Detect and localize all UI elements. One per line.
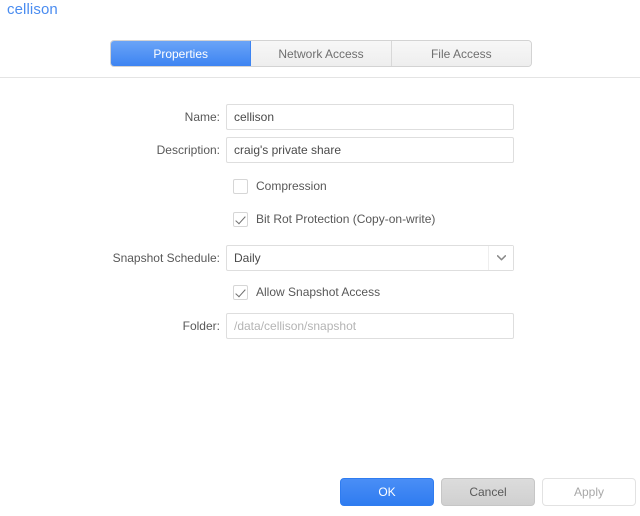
description-label: Description: [156, 143, 220, 157]
bit-rot-protection-row: Bit Rot Protection (Copy-on-write) [0, 208, 640, 230]
allow-snapshot-access-row: Allow Snapshot Access [0, 281, 640, 303]
tab-properties[interactable]: Properties [111, 41, 252, 66]
compression-row: Compression [0, 175, 640, 197]
allow-snapshot-access-checkbox[interactable] [233, 284, 248, 300]
snapshot-schedule-select[interactable] [226, 245, 514, 271]
description-row: Description: [0, 136, 640, 164]
name-label: Name: [184, 110, 220, 124]
name-row: Name: [0, 103, 640, 131]
folder-row: Folder: [0, 312, 640, 340]
apply-button[interactable]: Apply [542, 478, 636, 506]
tab-file-access-label: File Access [430, 46, 492, 61]
folder-label: Folder: [182, 319, 220, 333]
bit-rot-protection-checkbox[interactable] [233, 211, 248, 227]
description-input[interactable] [226, 137, 514, 163]
snapshot-schedule-label: Snapshot Schedule: [112, 251, 220, 265]
ok-button-label: OK [378, 485, 396, 499]
cancel-button[interactable]: Cancel [441, 478, 535, 506]
compression-label[interactable]: Compression [256, 179, 327, 193]
snapshot-schedule-row: Snapshot Schedule: [0, 244, 640, 272]
tab-properties-label: Properties [153, 46, 209, 61]
page-header: cellison Properties Network Access File … [0, 0, 640, 78]
tab-bar: Properties Network Access File Access [110, 40, 532, 67]
ok-button[interactable]: OK [340, 478, 434, 506]
tab-network-access[interactable]: Network Access [251, 41, 392, 66]
snapshot-schedule-select-wrap[interactable] [226, 245, 514, 271]
folder-input[interactable] [226, 313, 514, 339]
bit-rot-protection-label[interactable]: Bit Rot Protection (Copy-on-write) [256, 212, 435, 226]
tab-network-access-label: Network Access [278, 46, 364, 61]
name-input[interactable] [226, 104, 514, 130]
allow-snapshot-access-label[interactable]: Allow Snapshot Access [256, 285, 380, 299]
page-title: cellison [7, 1, 58, 18]
cancel-button-label: Cancel [469, 485, 507, 499]
compression-checkbox[interactable] [233, 178, 248, 194]
tab-file-access[interactable]: File Access [391, 41, 531, 66]
header-divider [0, 77, 640, 78]
apply-button-label: Apply [573, 485, 605, 499]
